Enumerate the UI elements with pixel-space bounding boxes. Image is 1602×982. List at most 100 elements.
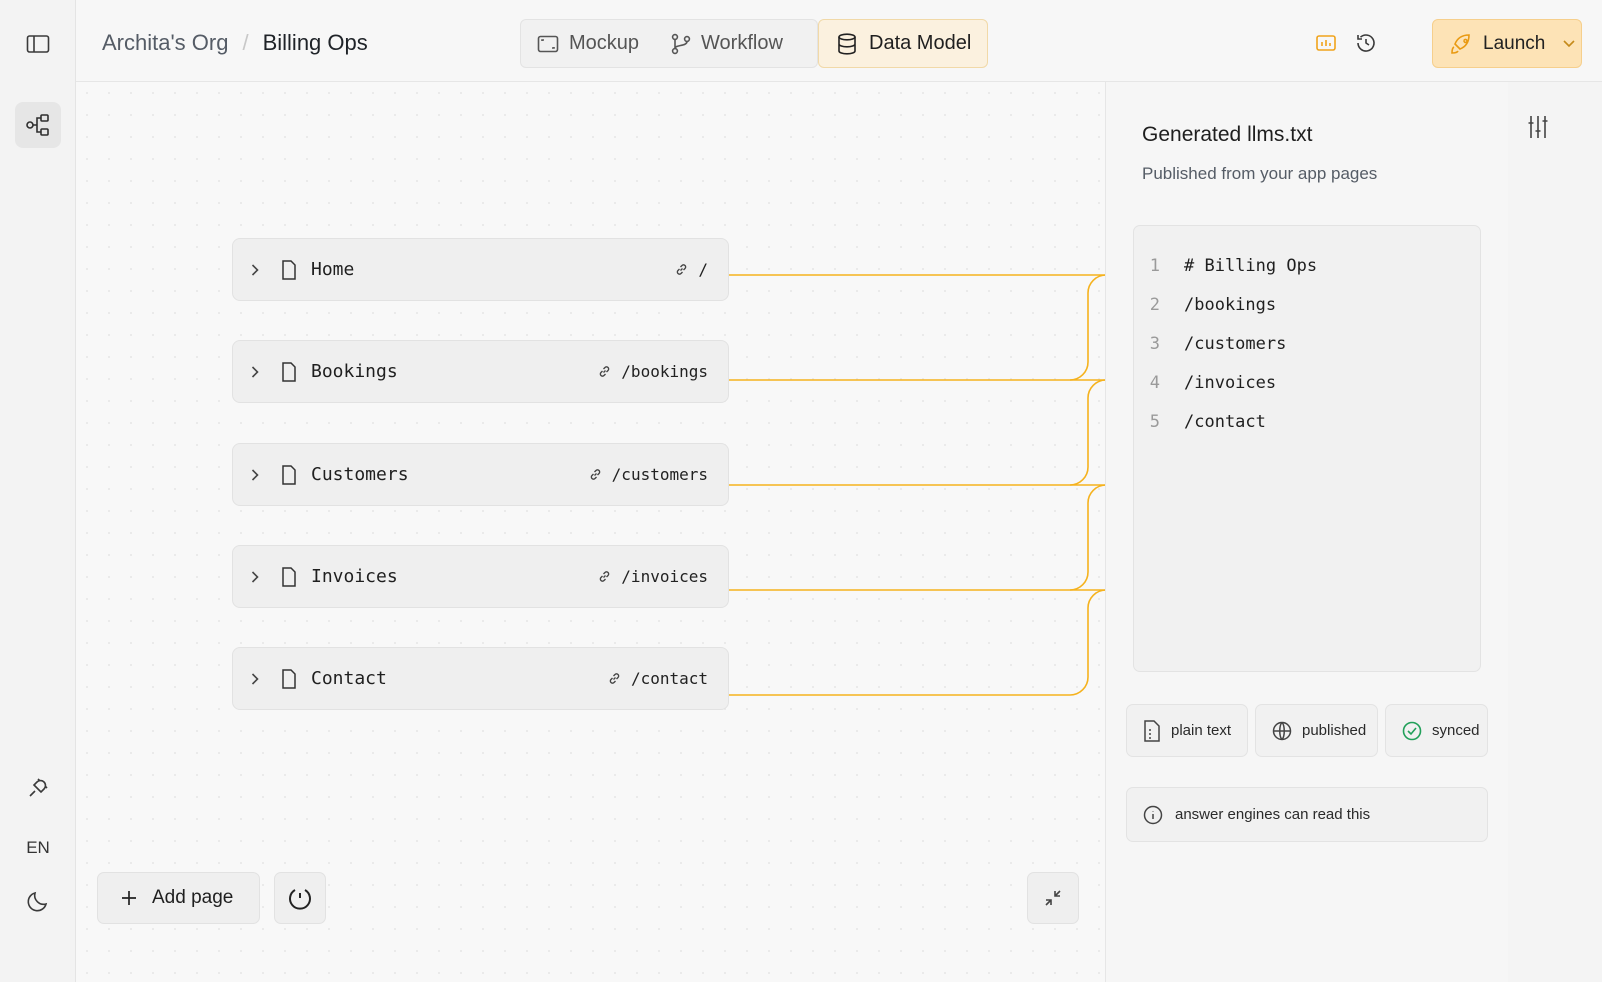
chevron-down-icon [1563,39,1575,47]
page-route-text: /bookings [621,362,708,381]
line-content: /customers [1184,333,1287,354]
line-content: # Billing Ops [1184,255,1318,276]
breadcrumb-project[interactable]: Billing Ops [263,30,368,56]
llms-panel: Generated llms.txt Published from your a… [1105,82,1508,982]
chip-label: synced [1432,722,1480,739]
page-name: Bookings [311,361,398,382]
chart-icon [1316,35,1336,51]
moon-icon [27,891,48,912]
chip-plain-text: plain text [1126,704,1248,757]
chip-label: published [1302,722,1367,739]
add-page-button[interactable]: Add page [97,872,260,924]
file-text-icon [1144,719,1160,742]
refresh-icon [289,889,311,910]
settings-button[interactable] [1527,114,1549,145]
chevron-right-icon[interactable] [251,365,265,378]
code-line: 5/contact [1134,402,1480,441]
page-row-bookings[interactable]: Bookings /bookings [232,340,729,403]
chip-label: plain text [1171,722,1232,739]
toggle-sidebar-button[interactable] [15,21,61,67]
page-route-text: /customers [611,465,708,484]
page-name: Home [311,259,355,280]
page-route-text: /contact [630,669,708,688]
document-icon [281,668,297,689]
history-icon [1357,34,1375,52]
link-icon [600,366,610,377]
check-circle-icon [1402,721,1422,740]
page-name: Customers [311,464,409,485]
chevron-right-icon[interactable] [251,263,265,276]
theme-toggle-button[interactable] [15,878,61,924]
sitemap-canvas: Home / Bookings /bookings Customers /cus… [76,82,1105,982]
minimize-icon [1045,890,1061,906]
launch-button[interactable]: Launch [1432,19,1582,68]
info-icon [1143,805,1163,824]
line-number: 1 [1149,255,1160,276]
document-icon [281,464,297,485]
page-row-home[interactable]: Home / [232,238,729,301]
launch-label: Launch [1483,32,1546,54]
sidebar-icon [26,35,50,53]
globe-icon [1272,721,1292,740]
page-route: /invoices [598,567,708,586]
code-line: 3/customers [1134,324,1480,363]
view-tabs: Mockup Workflow [520,19,818,68]
chevron-right-icon[interactable] [251,570,265,583]
info-note: answer engines can read this [1126,787,1488,842]
page-route-text: / [698,260,708,279]
plus-icon [122,891,136,905]
page-row-customers[interactable]: Customers /customers [232,443,729,506]
history-button[interactable] [1355,32,1377,54]
page-row-invoices[interactable]: Invoices /invoices [232,545,729,608]
line-content: /bookings [1184,294,1277,315]
line-number: 5 [1149,411,1160,432]
top-bar: Archita's Org / Billing Ops Mockup Workf… [76,0,1602,82]
document-icon [281,259,297,280]
page-name: Contact [311,668,387,689]
document-icon [281,566,297,587]
tab-workflow[interactable]: Workflow [655,20,799,67]
link-icon [609,673,620,684]
tab-mockup[interactable]: Mockup [521,20,655,67]
breadcrumb-org[interactable]: Archita's Org [102,30,228,56]
breadcrumb: Archita's Org / Billing Ops [102,30,368,56]
code-block[interactable]: 1 # Billing Ops 2/bookings 3/customers 4/… [1133,225,1481,672]
line-number: 4 [1149,372,1160,393]
page-row-contact[interactable]: Contact /contact [232,647,729,710]
tab-data-model-label: Data Model [869,32,972,54]
sitemap-icon [26,114,49,136]
analytics-button[interactable] [1315,32,1337,54]
tab-data-model[interactable]: Data Model [818,19,988,68]
add-page-label: Add page [152,887,234,908]
line-content: /invoices [1184,372,1277,393]
document-icon [281,361,297,382]
chevron-right-icon[interactable] [251,468,265,481]
line-content: /contact [1184,411,1266,432]
chip-published: published [1255,704,1378,757]
chip-synced: synced [1385,704,1488,757]
tab-mockup-label: Mockup [569,32,640,54]
panel-title: Generated llms.txt [1142,123,1313,146]
rocket-icon [1451,33,1470,54]
collapse-button[interactable] [1027,872,1079,924]
breadcrumb-separator: / [242,30,249,55]
chevron-right-icon[interactable] [251,672,265,685]
refresh-button[interactable] [274,872,326,924]
tab-workflow-label: Workflow [701,32,783,54]
link-icon [677,264,687,275]
page-route: / [675,260,708,279]
link-icon [600,571,610,582]
code-line: 2/bookings [1134,285,1480,324]
page-name: Invoices [311,566,398,587]
sliders-icon [1528,116,1548,138]
line-number: 3 [1149,333,1160,354]
sitemap-button[interactable] [15,102,61,148]
language-button[interactable]: EN [15,825,61,871]
link-icon [590,469,600,480]
page-route: /customers [589,465,708,484]
code-line: 4/invoices [1134,363,1480,402]
plugin-button[interactable] [15,765,61,811]
workflow-icon [671,33,691,54]
page-route-text: /invoices [621,567,708,586]
page-route: /contact [608,669,708,688]
